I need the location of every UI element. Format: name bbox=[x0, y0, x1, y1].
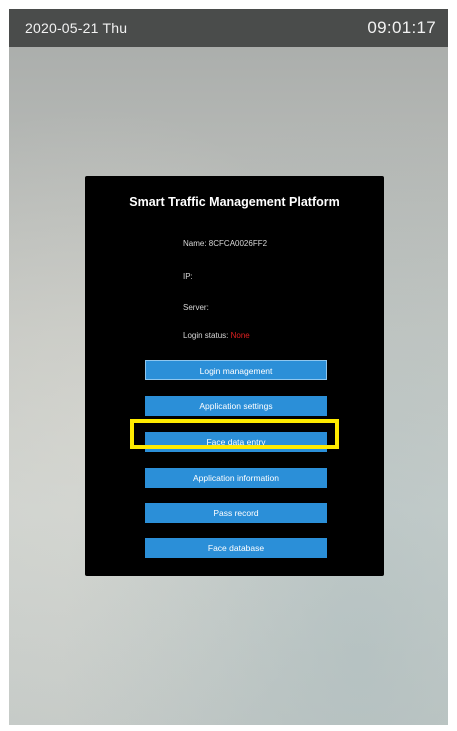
login-status-value: None bbox=[230, 331, 250, 340]
device-screen: 2020-05-21 Thu 09:01:17 Smart Traffic Ma… bbox=[9, 9, 448, 725]
server-label: Server: bbox=[183, 303, 209, 312]
login-management-button[interactable]: Login management bbox=[145, 360, 327, 380]
platform-dialog: Smart Traffic Management Platform Name: … bbox=[85, 176, 384, 576]
name-value: 8CFCA0026FF2 bbox=[208, 239, 268, 248]
server-line: Server: bbox=[183, 303, 209, 312]
face-database-button[interactable]: Face database bbox=[145, 538, 327, 558]
dialog-title: Smart Traffic Management Platform bbox=[129, 195, 340, 209]
status-date: 2020-05-21 Thu bbox=[25, 20, 128, 36]
application-information-button[interactable]: Application information bbox=[145, 468, 327, 488]
login-status-label: Login status: bbox=[183, 331, 231, 340]
status-time: 09:01:17 bbox=[367, 18, 436, 37]
ip-label: IP: bbox=[183, 272, 193, 281]
face-data-entry-button[interactable]: Face data entry bbox=[145, 432, 327, 452]
name-label: Name: bbox=[183, 239, 209, 248]
pass-record-button[interactable]: Pass record bbox=[145, 503, 327, 523]
status-bar: 2020-05-21 Thu 09:01:17 bbox=[9, 9, 448, 47]
login-status-line: Login status: None bbox=[183, 331, 250, 340]
ip-line: IP: bbox=[183, 272, 193, 281]
screenshot: 2020-05-21 Thu 09:01:17 Smart Traffic Ma… bbox=[0, 0, 457, 731]
device-name-line: Name: 8CFCA0026FF2 bbox=[183, 239, 267, 248]
application-settings-button[interactable]: Application settings bbox=[145, 396, 327, 416]
